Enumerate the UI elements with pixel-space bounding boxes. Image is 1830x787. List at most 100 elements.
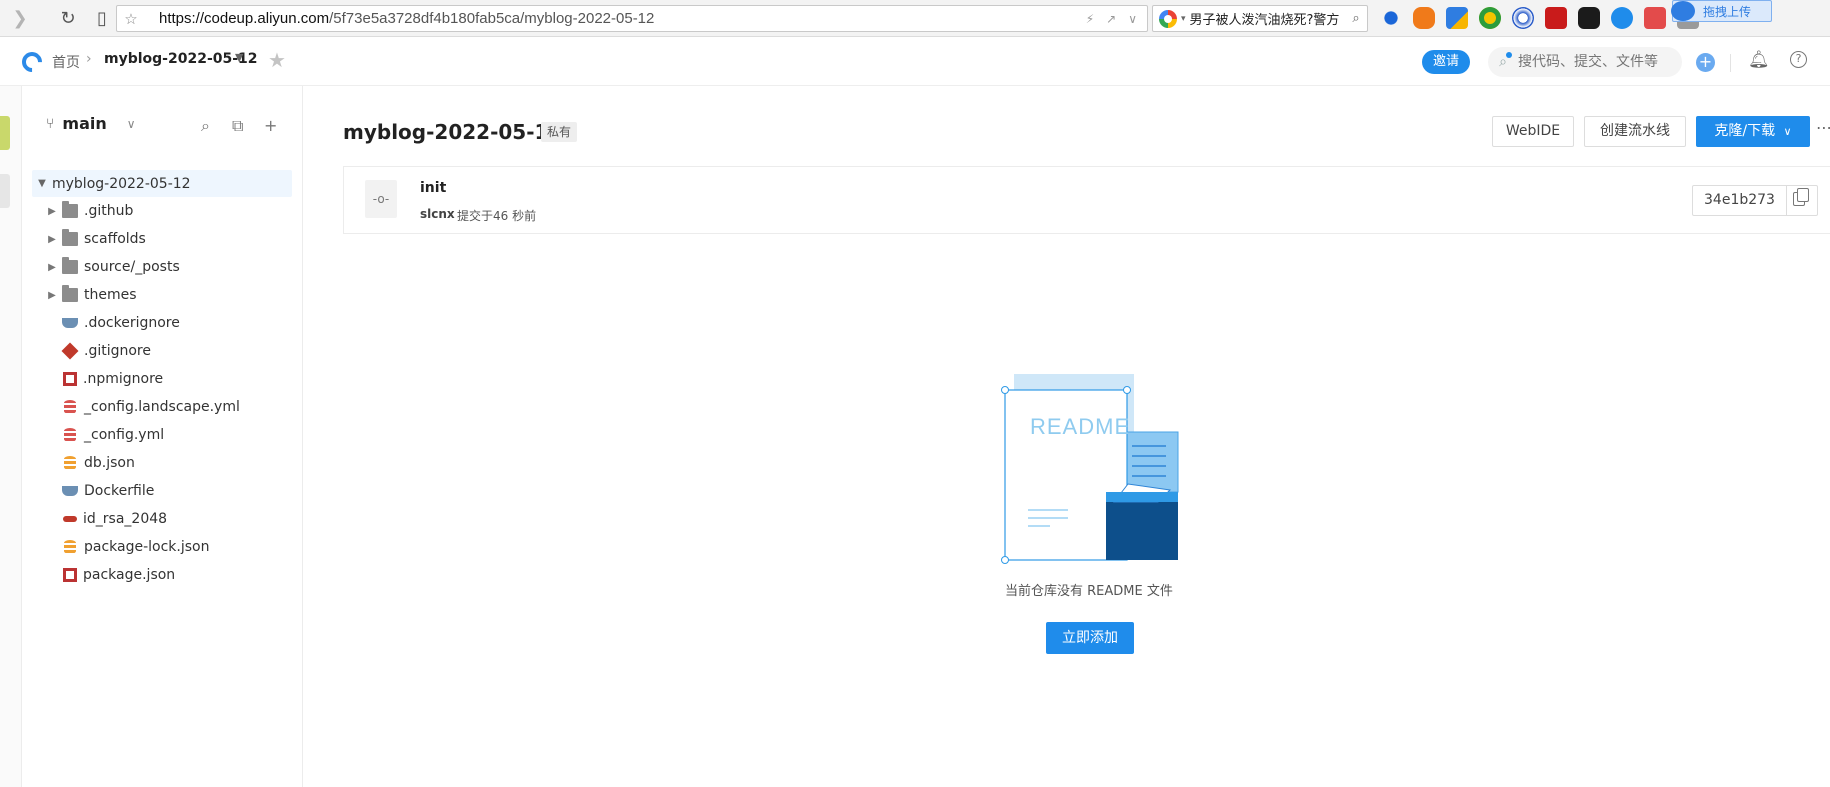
global-search-input[interactable] (1518, 54, 1668, 70)
extension-icon-infinity[interactable] (1611, 7, 1633, 29)
header-divider (1730, 54, 1731, 72)
tree-item-label: scaffolds (84, 231, 146, 247)
tree-item-label: db.json (84, 455, 135, 471)
tree-item[interactable]: ▶.dockerignore (32, 309, 292, 337)
chevron-down-icon[interactable]: ∨ (1128, 12, 1137, 26)
commit-sha[interactable]: 34e1b273 (1693, 186, 1787, 215)
caret-right-icon[interactable]: ▶ (42, 206, 62, 217)
tree-item[interactable]: ▶package.json (32, 561, 292, 589)
tree-item[interactable]: ▶ themes (32, 281, 292, 309)
extension-icon-pdf[interactable] (1545, 7, 1567, 29)
npm-icon (63, 372, 77, 386)
rail-active-chip[interactable] (0, 116, 10, 150)
extension-icon-game[interactable] (1413, 7, 1435, 29)
breadcrumb-home[interactable]: 首页 (52, 52, 80, 72)
git-branch-icon: ⑂ (46, 115, 55, 132)
url-text[interactable]: https://codeup.aliyun.com/5f73e5a3728df4… (145, 10, 1086, 27)
search-icon[interactable]: ⌕ (201, 116, 210, 136)
tree-item[interactable]: ▶_config.landscape.yml (32, 393, 292, 421)
commit-message[interactable]: init (420, 180, 446, 196)
tree-item[interactable]: ▶.gitignore (32, 337, 292, 365)
caret-right-icon[interactable]: ▶ (42, 262, 62, 273)
visibility-badge: 私有 (541, 122, 578, 142)
branch-name: main (62, 114, 107, 133)
extension-icon-cat[interactable] (1578, 7, 1600, 29)
search-icon[interactable]: ⌕ (1345, 11, 1367, 26)
tree-item[interactable]: ▶ scaffolds (32, 225, 292, 253)
config-file-icon (64, 428, 76, 442)
commit-icon: -o- (365, 180, 397, 218)
extension-icon-doc[interactable] (1446, 7, 1468, 29)
search-icon: ⌕ (1488, 52, 1518, 70)
chevron-right-icon: › (86, 51, 92, 67)
extension-icon-red[interactable] (1644, 7, 1666, 29)
json-file-icon (64, 540, 76, 554)
global-search[interactable]: ⌕ (1488, 47, 1682, 77)
engine-caret-icon[interactable]: ▾ (1181, 14, 1186, 24)
tree-item[interactable]: ▶id_rsa_2048 (32, 505, 292, 533)
cloud-icon (1671, 1, 1695, 21)
help-icon[interactable]: ? (1790, 51, 1807, 68)
rail-tab[interactable] (0, 174, 10, 208)
browser-search-text: 男子被人泼汽油烧死?警方 (1189, 13, 1340, 28)
more-icon[interactable]: ⋯ (1816, 118, 1830, 137)
bookmark-star-icon[interactable]: ☆ (117, 10, 145, 28)
caret-down-icon[interactable]: ▼ (235, 51, 243, 64)
share-icon[interactable]: ↗ (1106, 12, 1116, 26)
commit-author[interactable]: slcnx (420, 207, 455, 221)
extension-icon-green[interactable] (1479, 7, 1501, 29)
tree-item-label: package.json (83, 567, 176, 583)
commit-time: 提交于46 秒前 (457, 209, 537, 223)
config-file-icon (64, 400, 76, 414)
copy-icon[interactable] (1793, 188, 1809, 206)
extension-icon-swirl[interactable] (1512, 7, 1534, 29)
extensions-bar (1380, 7, 1699, 29)
tree-item[interactable]: ▶_config.yml (32, 421, 292, 449)
tree-item-label: package-lock.json (84, 539, 210, 555)
create-pipeline-button[interactable]: 创建流水线 (1584, 116, 1686, 147)
tree-item-label: _config.landscape.yml (84, 399, 240, 415)
json-file-icon (64, 456, 76, 470)
commit-sha-box: 34e1b273 (1692, 185, 1818, 216)
invite-button[interactable]: 邀请 (1422, 50, 1470, 74)
add-file-icon[interactable]: + (264, 116, 277, 135)
readme-illustration: README (1001, 374, 1179, 564)
create-plus-icon[interactable]: + (1696, 53, 1715, 72)
readme-illustration-text: README (1030, 414, 1130, 439)
tree-root[interactable]: ▼ myblog-2022-05-12 (32, 170, 292, 197)
reload-icon[interactable]: ↻ (54, 4, 82, 32)
tree-item-label: .npmignore (83, 371, 164, 387)
browser-search-box[interactable]: ▾ 男子被人泼汽油烧死?警方 ⌕ (1152, 5, 1368, 32)
tree-item[interactable]: ▶Dockerfile (32, 477, 292, 505)
tree-item-label: .dockerignore (84, 315, 180, 331)
flash-icon[interactable]: ⚡ (1086, 12, 1094, 26)
webide-button[interactable]: WebIDE (1492, 116, 1574, 147)
tree-item-label: .github (84, 203, 134, 219)
url-path: /5f73e5a3728df4b180fab5ca/myblog-2022-05… (329, 10, 655, 27)
docker-icon (62, 318, 78, 328)
back-icon[interactable]: ❯ (6, 4, 34, 32)
reader-mode-icon[interactable]: ▯ (88, 4, 116, 32)
star-icon[interactable]: ★ (268, 48, 286, 72)
branch-selector[interactable]: ⑂ main ∨ (46, 114, 136, 133)
codeup-logo-icon[interactable] (17, 47, 47, 77)
tree-item-label: source/_posts (84, 259, 180, 275)
drag-upload-chip[interactable]: 拖拽上传 (1671, 0, 1772, 22)
clone-download-button[interactable]: 克隆/下载 ∨ (1696, 116, 1810, 147)
tree-item[interactable]: ▶ .github (32, 197, 292, 225)
tree-item[interactable]: ▶.npmignore (32, 365, 292, 393)
bell-icon[interactable]: 🔔︎ (1748, 50, 1770, 70)
caret-right-icon[interactable]: ▶ (42, 290, 62, 301)
tree-item[interactable]: ▶db.json (32, 449, 292, 477)
tree-item[interactable]: ▶ source/_posts (32, 253, 292, 281)
address-bar[interactable]: ☆ https://codeup.aliyun.com/5f73e5a3728d… (116, 5, 1148, 32)
file-tree-sidebar: ⑂ main ∨ ⌕ ⧉ + ▼ myblog-2022-05-12 ▶ .git… (22, 86, 303, 787)
docker-icon (62, 486, 78, 496)
extension-icon-1[interactable] (1380, 7, 1402, 29)
tree-item[interactable]: ▶package-lock.json (32, 533, 292, 561)
caret-right-icon[interactable]: ▶ (42, 234, 62, 245)
tree-item-label: id_rsa_2048 (83, 511, 168, 527)
add-readme-button[interactable]: 立即添加 (1046, 622, 1134, 654)
app-header: 首页 › myblog-2022-05-12 ▼ ★ 邀请 ⌕ + 🔔︎ ? (0, 38, 1830, 86)
copy-files-icon[interactable]: ⧉ (232, 116, 243, 136)
